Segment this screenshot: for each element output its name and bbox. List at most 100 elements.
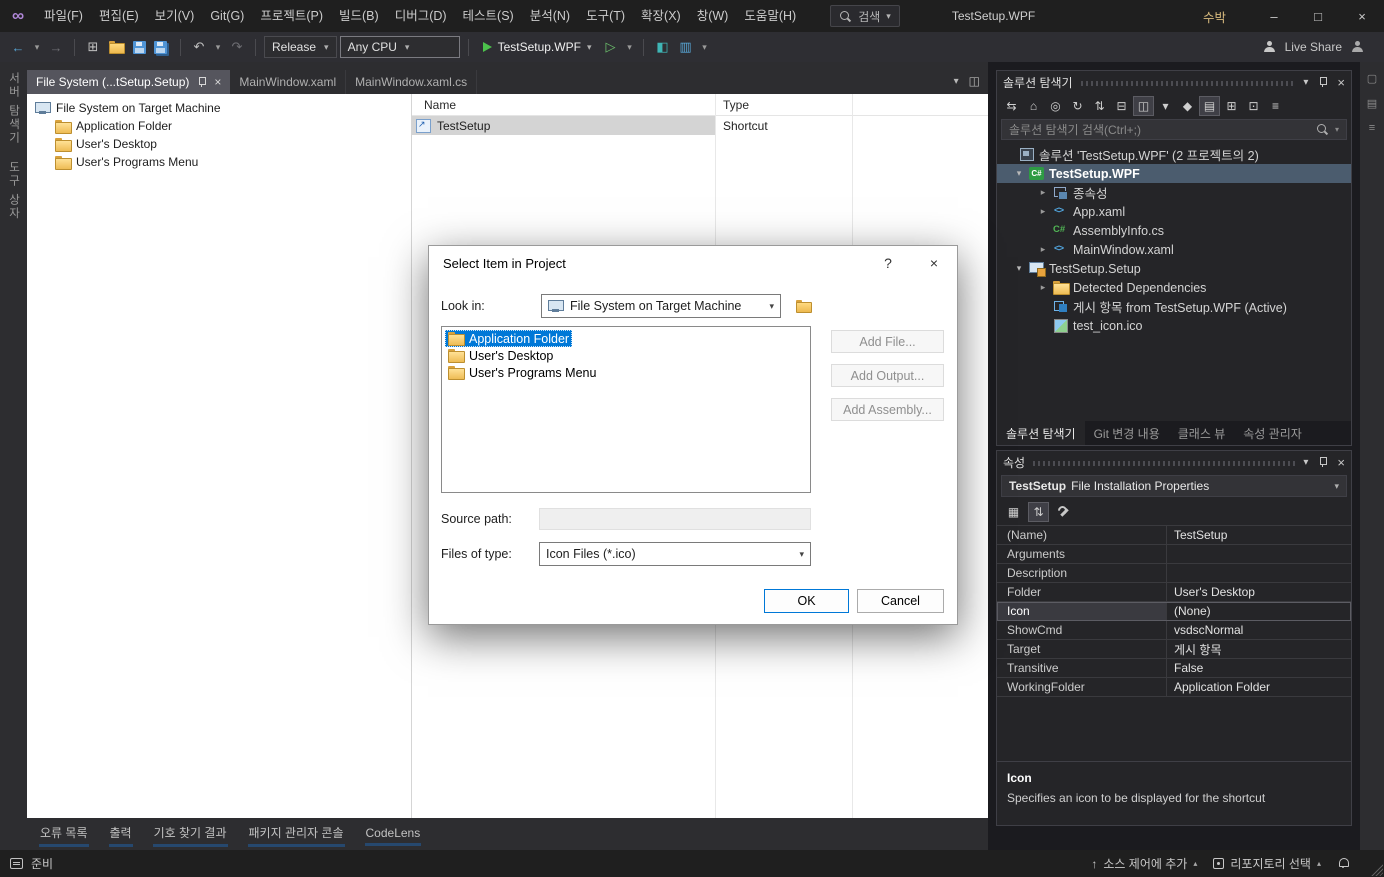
editor-layout-icon[interactable]: ▥ [675, 35, 695, 59]
menubar-item[interactable]: 프로젝트(P) [252, 0, 331, 32]
property-name[interactable]: Target [997, 640, 1167, 658]
dialog-help-button[interactable]: ? [865, 246, 911, 280]
open-file-icon[interactable] [106, 35, 126, 59]
run-dropdown-icon[interactable]: ▾ [623, 35, 635, 59]
solution-configuration-dropdown[interactable]: Release ▾ [264, 36, 337, 58]
active-files-dropdown-icon[interactable]: ▾ [954, 76, 959, 87]
expand-collapse-icon[interactable] [1037, 187, 1049, 198]
menubar-item[interactable]: 테스트(S) [455, 0, 522, 32]
solution-tree-item[interactable]: App.xaml [997, 202, 1351, 221]
navigate-forward-icon[interactable]: → [46, 35, 66, 59]
property-value[interactable] [1167, 545, 1351, 563]
navigate-back-dropdown-icon[interactable]: ▾ [31, 35, 43, 59]
property-name[interactable]: Arguments [997, 545, 1167, 563]
cancel-button[interactable]: Cancel [857, 589, 944, 613]
nest-files-icon[interactable]: ⇅ [1089, 96, 1110, 116]
view-dropdown-icon[interactable]: ▾ [1155, 96, 1176, 116]
search-box[interactable]: 검색 ▾ [830, 5, 900, 27]
file-system-tree-item[interactable]: Application Folder [27, 117, 411, 135]
property-value[interactable]: False [1167, 659, 1351, 677]
files-of-type-dropdown[interactable]: Icon Files (*.ico) ▾ [539, 542, 811, 566]
drag-handle[interactable] [1080, 81, 1296, 86]
dialog-list-item[interactable]: User's Desktop [442, 347, 810, 364]
new-project-icon[interactable]: ⊞ [83, 35, 103, 59]
tool-window-tab[interactable]: 속성 관리자 [1234, 421, 1311, 445]
solution-tree-item[interactable]: 솔루션 'TestSetup.WPF' (2 프로젝트의 2) [997, 145, 1351, 164]
properties-header[interactable]: 속성 ▾ × [997, 451, 1351, 473]
file-system-tree-item[interactable]: User's Programs Menu [27, 153, 411, 171]
dialog-list-item[interactable]: User's Programs Menu [442, 364, 810, 381]
editor-tab[interactable]: File System (...tSetup.Setup) × [27, 70, 231, 94]
resize-grip[interactable] [1370, 863, 1383, 876]
search-dropdown-icon[interactable]: ▾ [886, 11, 891, 22]
undo-icon[interactable]: ↶ [189, 35, 209, 59]
pin-tab-icon[interactable] [196, 76, 207, 88]
file-system-tree-item[interactable]: User's Desktop [27, 135, 411, 153]
solution-search-box[interactable]: 솔루션 탐색기 검색(Ctrl+;) ▾ [1001, 119, 1347, 140]
solution-tree-item[interactable]: 종속성 [997, 183, 1351, 202]
show-all-files-icon[interactable]: ◫ [1133, 95, 1154, 116]
account-name[interactable]: 수박 [1203, 7, 1226, 26]
property-row[interactable]: ShowCmd vsdscNormal [997, 621, 1351, 640]
navigate-back-icon[interactable]: ← [8, 35, 28, 59]
look-in-dropdown[interactable]: File System on Target Machine ▾ [541, 294, 781, 318]
add-to-source-control-button[interactable]: ↑ 소스 제어에 추가 ▴ [1091, 855, 1197, 872]
menubar-item[interactable]: 빌드(B) [331, 0, 387, 32]
property-row[interactable]: Target 게시 항목 [997, 640, 1351, 659]
close-button[interactable]: × [1340, 0, 1384, 32]
collapse-all-icon[interactable]: ⊟ [1111, 96, 1132, 116]
property-row[interactable]: Folder User's Desktop [997, 583, 1351, 602]
feedback-person-icon[interactable] [1351, 41, 1364, 53]
bottom-panel-tab[interactable]: 기호 찾기 결과 [145, 818, 236, 850]
left-dock-tab[interactable]: 서버 탐색기 [6, 72, 22, 145]
layout-dropdown-icon[interactable]: ▾ [698, 35, 710, 59]
live-share-label[interactable]: Live Share [1285, 40, 1342, 54]
dialog-close-button[interactable]: × [911, 246, 957, 280]
property-row[interactable]: Description [997, 564, 1351, 583]
live-share-icon[interactable] [1263, 41, 1276, 53]
search-options-icon[interactable]: ▾ [1335, 125, 1339, 134]
more-icon[interactable]: ≡ [1265, 96, 1286, 116]
window-position-icon[interactable]: ▾ [1303, 77, 1308, 88]
left-dock-tab[interactable]: 도구 상자 [6, 161, 22, 220]
expand-collapse-icon[interactable] [1013, 263, 1025, 274]
maximize-button[interactable]: □ [1296, 0, 1340, 32]
output-status-icon[interactable] [10, 858, 23, 869]
menubar-item[interactable]: Git(G) [202, 0, 252, 32]
editor-tab[interactable]: MainWindow.xaml × [230, 70, 347, 94]
solution-tree-item[interactable]: TestSetup.WPF [997, 164, 1351, 183]
cell-name[interactable]: TestSetup [412, 116, 715, 135]
minimize-button[interactable]: – [1252, 0, 1296, 32]
dialog-side-button[interactable]: Add Output... [831, 364, 944, 387]
menubar-item[interactable]: 편집(E) [91, 0, 147, 32]
save-all-icon[interactable] [152, 35, 172, 59]
add-item-icon[interactable]: ⊞ [1221, 96, 1242, 116]
tool-window-tab[interactable]: 클래스 뷰 [1169, 421, 1235, 445]
property-name[interactable]: Folder [997, 583, 1167, 601]
menubar-item[interactable]: 디버그(D) [387, 0, 455, 32]
expand-collapse-icon[interactable] [1037, 282, 1049, 293]
solution-platform-dropdown[interactable]: Any CPU ▾ [339, 36, 460, 58]
task-list-icon[interactable]: ▤ [1367, 97, 1377, 110]
property-value[interactable]: vsdscNormal [1167, 621, 1351, 639]
switch-views-icon[interactable]: ⇆ [1001, 96, 1022, 116]
compare-files-icon[interactable]: ◧ [652, 35, 672, 59]
properties-object-dropdown[interactable]: TestSetup File Installation Properties ▾ [1001, 475, 1347, 497]
menubar-item[interactable]: 분석(N) [522, 0, 578, 32]
home-icon[interactable]: ⌂ [1023, 96, 1044, 116]
property-value[interactable] [1167, 564, 1351, 582]
start-without-debugging-icon[interactable]: ▷ [600, 35, 620, 59]
property-value[interactable]: Application Folder [1167, 678, 1351, 696]
property-name[interactable]: Transitive [997, 659, 1167, 677]
pin-icon[interactable] [1317, 76, 1328, 88]
close-panel-icon[interactable]: × [1337, 455, 1345, 470]
editor-tab[interactable]: MainWindow.xaml.cs × [346, 70, 478, 94]
expand-collapse-icon[interactable] [1037, 206, 1049, 217]
dialog-side-button[interactable]: Add File... [831, 330, 944, 353]
file-system-tree-item[interactable]: File System on Target Machine [27, 99, 411, 117]
property-row[interactable]: (Name) TestSetup [997, 526, 1351, 545]
start-debugging-button[interactable]: TestSetup.WPF ▾ [477, 35, 598, 59]
menubar-item[interactable]: 도구(T) [578, 0, 633, 32]
expand-collapse-icon[interactable] [1013, 168, 1025, 179]
menubar-item[interactable]: 창(W) [689, 0, 737, 32]
